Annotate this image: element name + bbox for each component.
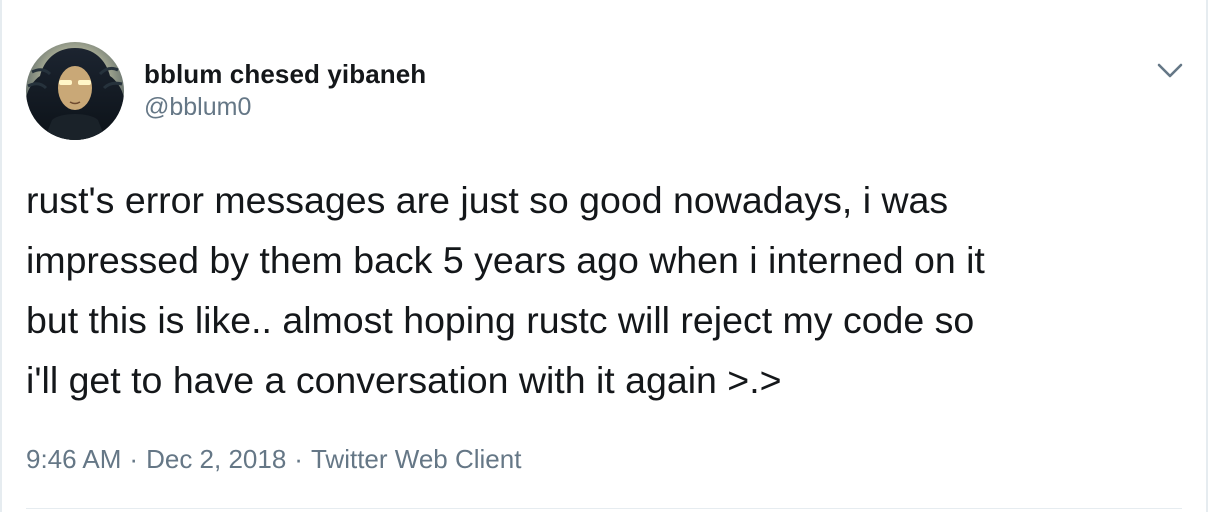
author-info[interactable]: bblum chesed yibaneh @bblum0 bbox=[144, 58, 426, 123]
tweet-metadata: 9:46 AM · Dec 2, 2018 · Twitter Web Client bbox=[26, 441, 521, 477]
author-handle[interactable]: @bblum0 bbox=[144, 91, 426, 123]
avatar-image bbox=[26, 42, 124, 140]
meta-separator: · bbox=[129, 444, 139, 474]
tweet-source[interactable]: Twitter Web Client bbox=[311, 441, 521, 477]
author-avatar[interactable] bbox=[26, 42, 124, 140]
divider bbox=[26, 508, 1182, 509]
tweet-card: bblum chesed yibaneh @bblum0 rust's erro… bbox=[0, 0, 1208, 512]
author-display-name[interactable]: bblum chesed yibaneh bbox=[144, 58, 426, 90]
chevron-down-icon bbox=[1157, 63, 1183, 78]
tweet-menu-button[interactable] bbox=[1152, 52, 1188, 88]
tweet-text: rust's error messages are just so good n… bbox=[26, 179, 985, 401]
tweet-time[interactable]: 9:46 AM bbox=[26, 441, 121, 477]
tweet-date[interactable]: Dec 2, 2018 bbox=[146, 441, 286, 477]
meta-separator: · bbox=[294, 444, 303, 474]
